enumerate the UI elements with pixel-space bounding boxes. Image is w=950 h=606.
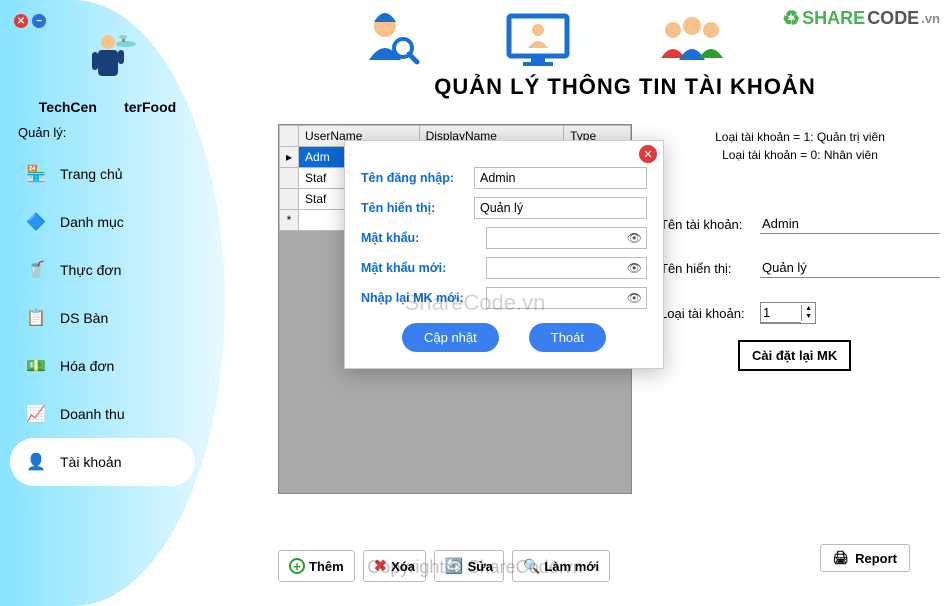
stepper-down[interactable]: ▼ bbox=[802, 313, 815, 321]
modal-close-button[interactable]: ✕ bbox=[639, 145, 657, 163]
sidebar: TechCen terFood Quản lý: 🏪Trang chủ 🔷Dan… bbox=[0, 0, 225, 606]
sidebar-item-tables[interactable]: 📋DS Bàn bbox=[10, 294, 225, 342]
edit-button[interactable]: 🔄Sửa bbox=[434, 550, 504, 582]
waiter-icon bbox=[78, 30, 138, 90]
revenue-icon: 📈 bbox=[26, 404, 46, 424]
display-name-label: Tên hiển thị: bbox=[660, 261, 760, 276]
sidebar-item-revenue[interactable]: 📈Doanh thu bbox=[10, 390, 225, 438]
modal-password-input[interactable] bbox=[486, 227, 647, 249]
eye-icon[interactable]: 👁 bbox=[627, 261, 642, 275]
modal-username-label: Tên đăng nhập: bbox=[361, 171, 474, 185]
account-name-label: Tên tài khoản: bbox=[660, 217, 760, 232]
reset-password-button[interactable]: Cài đặt lại MK bbox=[738, 340, 851, 371]
modal-confirm-input[interactable] bbox=[486, 287, 647, 309]
account-name-input[interactable] bbox=[760, 214, 940, 234]
report-button[interactable]: 🖨Report bbox=[820, 544, 910, 572]
delete-button[interactable]: ✖Xóa bbox=[363, 550, 426, 582]
refresh-icon: 🔍 bbox=[523, 558, 540, 575]
sidebar-item-menu[interactable]: 🥤Thực đơn bbox=[10, 246, 225, 294]
stepper-up[interactable]: ▲ bbox=[802, 305, 815, 313]
user-search-icon bbox=[361, 8, 421, 68]
sidebar-item-invoice[interactable]: 💵Hóa đơn bbox=[10, 342, 225, 390]
manage-label: Quản lý: bbox=[18, 125, 225, 140]
sidebar-item-home[interactable]: 🏪Trang chủ bbox=[10, 150, 225, 198]
users-group-icon bbox=[655, 12, 729, 68]
modal-exit-button[interactable]: Thoát bbox=[529, 323, 606, 352]
edit-account-modal: ✕ Tên đăng nhập: Tên hiển thị: Mật khẩu:… bbox=[344, 140, 664, 369]
home-icon: 🏪 bbox=[26, 164, 46, 184]
account-type-stepper[interactable]: ▲▼ bbox=[760, 302, 816, 324]
info-line-2: Loại tài khoản = 0: Nhân viên bbox=[660, 148, 940, 162]
sidebar-item-category[interactable]: 🔷Danh mục bbox=[10, 198, 225, 246]
add-button[interactable]: +Thêm bbox=[278, 550, 355, 582]
plus-icon: + bbox=[289, 558, 305, 574]
modal-display-input[interactable] bbox=[474, 197, 647, 219]
eye-icon[interactable]: 👁 bbox=[627, 231, 642, 245]
x-icon: ✖ bbox=[374, 556, 387, 576]
modal-password-label: Mật khẩu: bbox=[361, 231, 486, 245]
monitor-icon bbox=[503, 8, 573, 68]
eye-icon[interactable]: 👁 bbox=[627, 291, 642, 305]
modal-display-label: Tên hiển thị: bbox=[361, 201, 474, 215]
tables-icon: 📋 bbox=[26, 308, 46, 328]
sidebar-item-account[interactable]: 👤Tài khoản bbox=[10, 438, 195, 486]
modal-update-button[interactable]: Cập nhật bbox=[402, 323, 499, 352]
printer-icon: 🖨 bbox=[833, 550, 850, 566]
header-icons bbox=[320, 8, 770, 68]
edit-icon: 🔄 bbox=[445, 557, 464, 575]
window-close-button[interactable]: ✕ bbox=[14, 14, 28, 28]
category-icon: 🔷 bbox=[26, 212, 46, 232]
modal-newpw-input[interactable] bbox=[486, 257, 647, 279]
modal-confirm-label: Nhập lại MK mới: bbox=[361, 291, 486, 305]
info-line-1: Loại tài khoản = 1: Quản trị viên bbox=[660, 130, 940, 144]
menu-icon: 🥤 bbox=[26, 260, 46, 280]
invoice-icon: 💵 bbox=[26, 356, 46, 376]
window-minimize-button[interactable]: − bbox=[32, 14, 46, 28]
display-name-input[interactable] bbox=[760, 258, 940, 278]
modal-username-input[interactable] bbox=[474, 167, 647, 189]
brand-text: TechCen terFood bbox=[10, 99, 205, 115]
account-type-label: Loại tài khoản: bbox=[660, 306, 760, 321]
refresh-button[interactable]: 🔍Làm mới bbox=[512, 550, 610, 582]
page-title: QUẢN LÝ THÔNG TIN TÀI KHOẢN bbox=[300, 74, 950, 100]
modal-newpw-label: Mật khẩu mới: bbox=[361, 261, 486, 275]
account-icon: 👤 bbox=[26, 452, 46, 472]
